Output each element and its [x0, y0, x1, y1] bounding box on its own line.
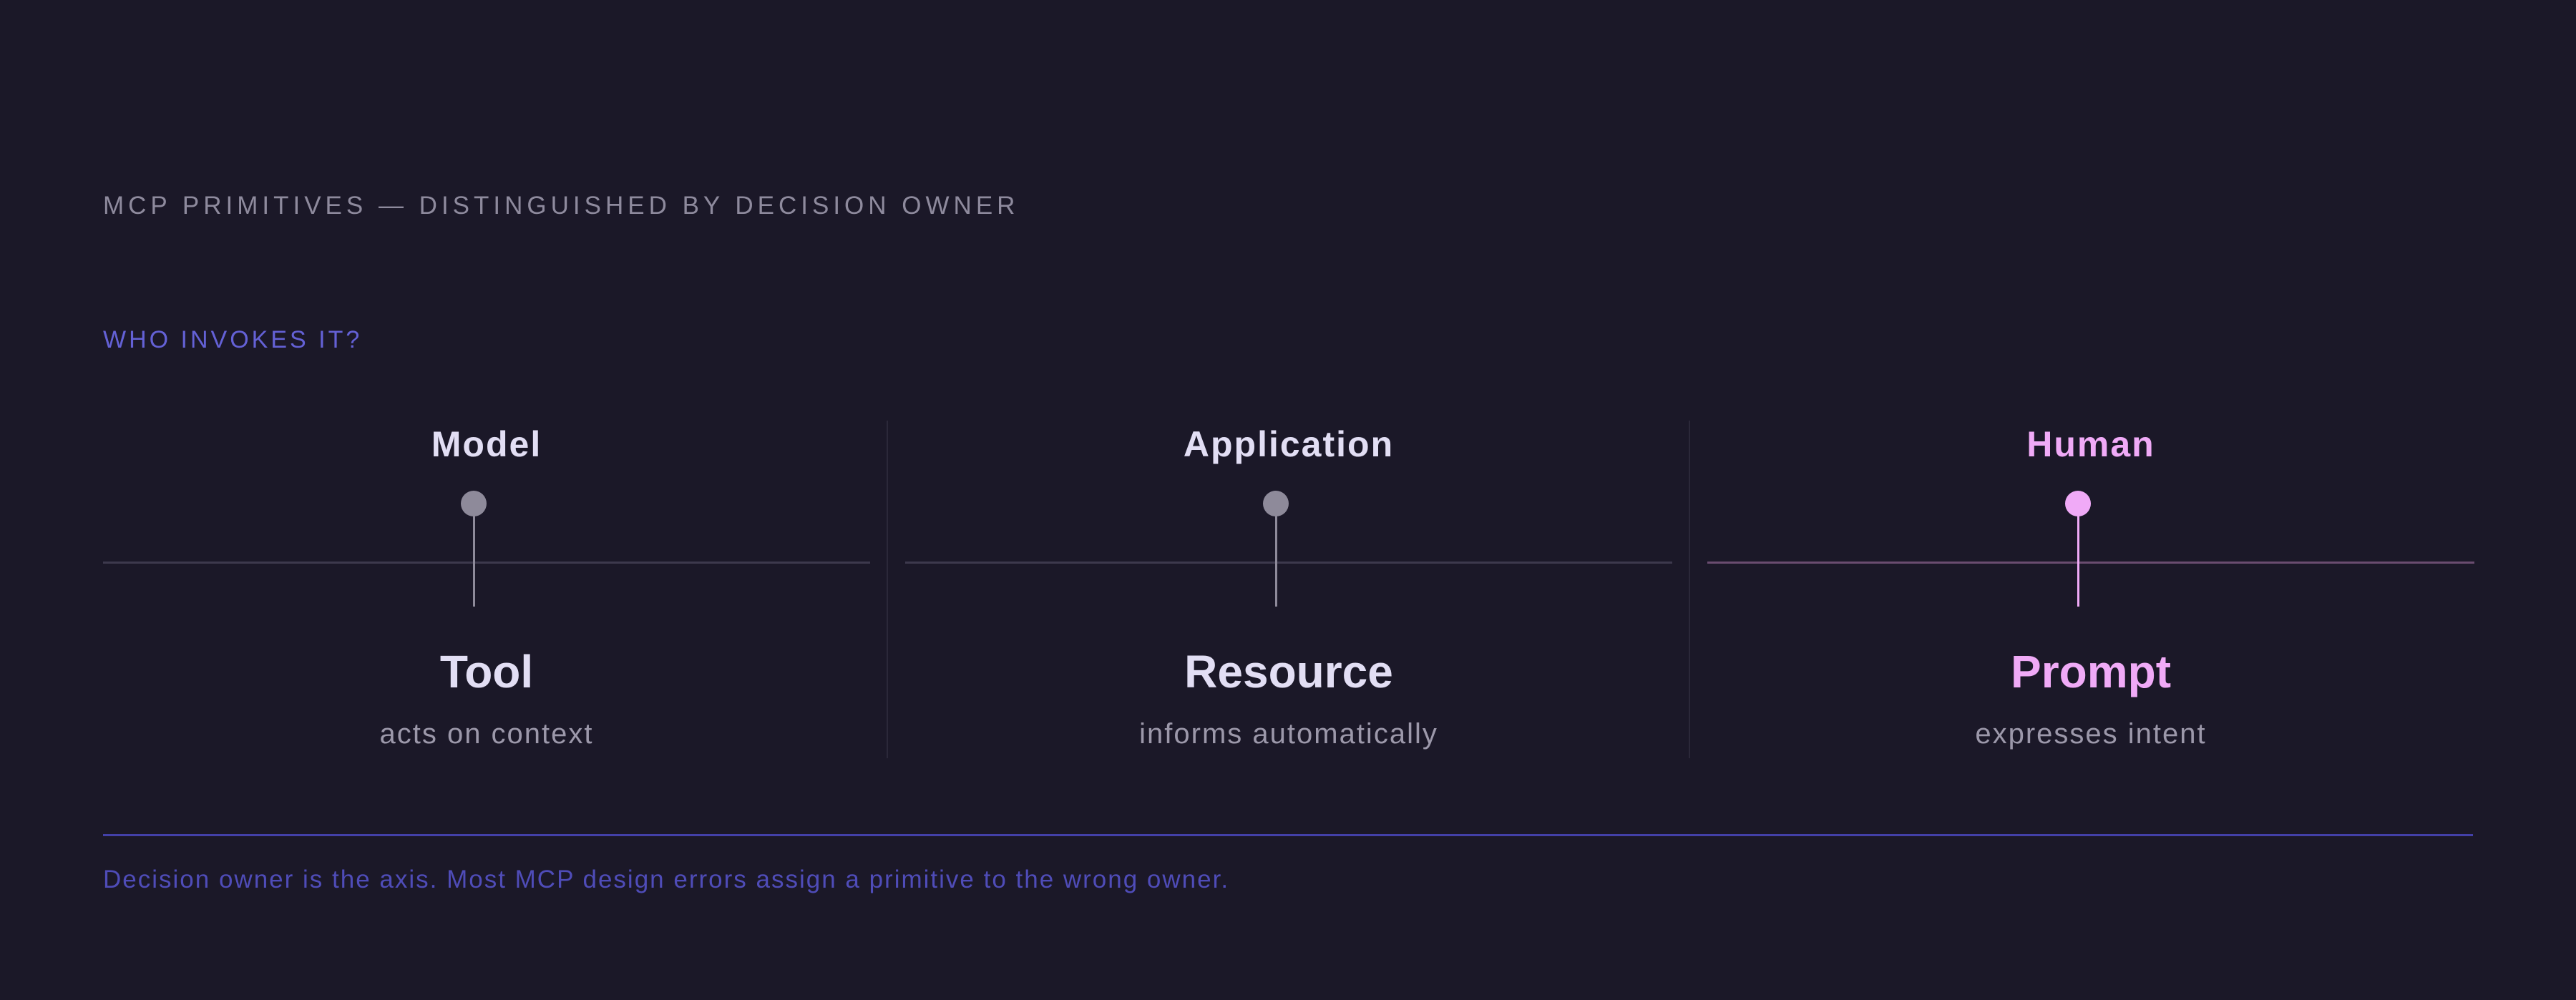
- primitive-description: informs automatically: [1139, 718, 1438, 750]
- marker-dot: [461, 491, 487, 516]
- primitive-description: expresses intent: [1975, 718, 2207, 750]
- column-divider: [887, 421, 888, 758]
- owner-label: Human: [2026, 424, 2155, 464]
- primitive-name: Resource: [1184, 646, 1393, 697]
- marker-stem: [473, 515, 475, 607]
- owner-label: Application: [1183, 424, 1395, 464]
- diagram-title: MCP PRIMITIVES — DISTINGUISHED BY DECISI…: [103, 192, 1020, 220]
- marker-stem: [1275, 515, 1277, 607]
- primitive-name: Prompt: [2011, 646, 2171, 697]
- axis-line: [1707, 562, 2474, 564]
- primitive-description: acts on context: [379, 718, 594, 750]
- column-application: Application Resource informs automatical…: [905, 415, 1672, 758]
- marker-stem: [2077, 515, 2079, 607]
- owner-label: Model: [431, 424, 542, 464]
- footer-note: Decision owner is the axis. Most MCP des…: [103, 866, 1230, 893]
- marker-dot: [1263, 491, 1289, 516]
- column-divider: [1689, 421, 1690, 758]
- marker-dot: [2065, 491, 2091, 516]
- footer-rule: [103, 834, 2473, 836]
- axis-line: [103, 562, 870, 564]
- primitive-name: Tool: [439, 646, 534, 697]
- column-model: Model Tool acts on context: [103, 415, 870, 758]
- axis-question: WHO INVOKES IT?: [103, 326, 363, 353]
- axis-line: [905, 562, 1672, 564]
- column-human: Human Prompt expresses intent: [1707, 415, 2474, 758]
